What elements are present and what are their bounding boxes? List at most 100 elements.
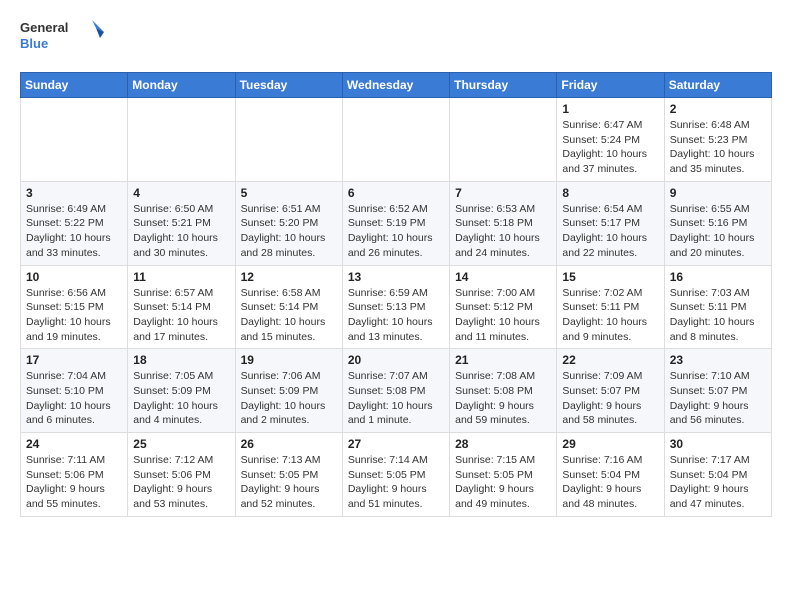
- day-info: Sunrise: 6:54 AMSunset: 5:17 PMDaylight:…: [562, 202, 658, 261]
- weekday-tuesday: Tuesday: [235, 73, 342, 98]
- day-info: Sunrise: 7:15 AMSunset: 5:05 PMDaylight:…: [455, 453, 551, 512]
- day-info: Sunrise: 6:56 AMSunset: 5:15 PMDaylight:…: [26, 286, 122, 345]
- day-cell: 30Sunrise: 7:17 AMSunset: 5:04 PMDayligh…: [664, 433, 771, 517]
- weekday-saturday: Saturday: [664, 73, 771, 98]
- day-cell: 17 Sunrise: 7:04 AMSunset: 5:10 PMDayligh…: [21, 349, 128, 433]
- day-cell: 22 Sunrise: 7:09 AMSunset: 5:07 PMDayligh…: [557, 349, 664, 433]
- logo: General Blue: [20, 16, 110, 60]
- day-cell: 16Sunrise: 7:03 AMSunset: 5:11 PMDayligh…: [664, 265, 771, 349]
- day-info: Sunrise: 6:47 AMSunset: 5:24 PMDaylight:…: [562, 118, 658, 177]
- day-cell: [342, 98, 449, 182]
- day-cell: 26 Sunrise: 7:13 AMSunset: 5:05 PMDayligh…: [235, 433, 342, 517]
- day-info: Sunrise: 7:09 AMSunset: 5:07 PMDaylight:…: [562, 369, 658, 428]
- week-row-2: 3Sunrise: 6:49 AMSunset: 5:22 PMDaylight…: [21, 181, 772, 265]
- day-cell: 10 Sunrise: 6:56 AMSunset: 5:15 PMDayligh…: [21, 265, 128, 349]
- day-number: 1: [562, 102, 658, 116]
- day-info: Sunrise: 7:10 AMSunset: 5:07 PMDaylight:…: [670, 369, 766, 428]
- logo-svg: General Blue: [20, 16, 110, 60]
- day-info: Sunrise: 6:58 AMSunset: 5:14 PMDaylight:…: [241, 286, 337, 345]
- weekday-wednesday: Wednesday: [342, 73, 449, 98]
- day-cell: 14 Sunrise: 7:00 AMSunset: 5:12 PMDayligh…: [450, 265, 557, 349]
- day-info: Sunrise: 6:48 AMSunset: 5:23 PMDaylight:…: [670, 118, 766, 177]
- day-number: 23: [670, 353, 766, 367]
- day-info: Sunrise: 6:55 AMSunset: 5:16 PMDaylight:…: [670, 202, 766, 261]
- day-cell: 11 Sunrise: 6:57 AMSunset: 5:14 PMDayligh…: [128, 265, 235, 349]
- day-cell: 3Sunrise: 6:49 AMSunset: 5:22 PMDaylight…: [21, 181, 128, 265]
- weekday-sunday: Sunday: [21, 73, 128, 98]
- day-info: Sunrise: 6:57 AMSunset: 5:14 PMDaylight:…: [133, 286, 229, 345]
- svg-text:Blue: Blue: [20, 36, 48, 51]
- day-info: Sunrise: 7:13 AMSunset: 5:05 PMDaylight:…: [241, 453, 337, 512]
- day-number: 13: [348, 270, 444, 284]
- day-number: 29: [562, 437, 658, 451]
- day-cell: 8 Sunrise: 6:54 AMSunset: 5:17 PMDaylight…: [557, 181, 664, 265]
- day-number: 14: [455, 270, 551, 284]
- day-number: 22: [562, 353, 658, 367]
- day-cell: 13 Sunrise: 6:59 AMSunset: 5:13 PMDayligh…: [342, 265, 449, 349]
- day-number: 4: [133, 186, 229, 200]
- day-number: 12: [241, 270, 337, 284]
- day-info: Sunrise: 6:51 AMSunset: 5:20 PMDaylight:…: [241, 202, 337, 261]
- day-number: 26: [241, 437, 337, 451]
- day-number: 28: [455, 437, 551, 451]
- day-number: 2: [670, 102, 766, 116]
- day-info: Sunrise: 7:07 AMSunset: 5:08 PMDaylight:…: [348, 369, 444, 428]
- day-cell: 2 Sunrise: 6:48 AMSunset: 5:23 PMDaylight…: [664, 98, 771, 182]
- weekday-thursday: Thursday: [450, 73, 557, 98]
- day-number: 10: [26, 270, 122, 284]
- day-number: 19: [241, 353, 337, 367]
- day-info: Sunrise: 6:53 AMSunset: 5:18 PMDaylight:…: [455, 202, 551, 261]
- day-info: Sunrise: 6:52 AMSunset: 5:19 PMDaylight:…: [348, 202, 444, 261]
- week-row-5: 24Sunrise: 7:11 AMSunset: 5:06 PMDayligh…: [21, 433, 772, 517]
- week-row-4: 17 Sunrise: 7:04 AMSunset: 5:10 PMDayligh…: [21, 349, 772, 433]
- day-cell: [450, 98, 557, 182]
- day-number: 11: [133, 270, 229, 284]
- day-cell: [128, 98, 235, 182]
- day-number: 27: [348, 437, 444, 451]
- day-number: 18: [133, 353, 229, 367]
- day-info: Sunrise: 7:11 AMSunset: 5:06 PMDaylight:…: [26, 453, 122, 512]
- day-cell: 12 Sunrise: 6:58 AMSunset: 5:14 PMDayligh…: [235, 265, 342, 349]
- day-cell: 6 Sunrise: 6:52 AMSunset: 5:19 PMDaylight…: [342, 181, 449, 265]
- day-info: Sunrise: 7:06 AMSunset: 5:09 PMDaylight:…: [241, 369, 337, 428]
- day-number: 9: [670, 186, 766, 200]
- day-cell: 7 Sunrise: 6:53 AMSunset: 5:18 PMDaylight…: [450, 181, 557, 265]
- day-info: Sunrise: 6:59 AMSunset: 5:13 PMDaylight:…: [348, 286, 444, 345]
- day-cell: 18 Sunrise: 7:05 AMSunset: 5:09 PMDayligh…: [128, 349, 235, 433]
- day-cell: 28 Sunrise: 7:15 AMSunset: 5:05 PMDayligh…: [450, 433, 557, 517]
- day-number: 7: [455, 186, 551, 200]
- day-cell: 9 Sunrise: 6:55 AMSunset: 5:16 PMDaylight…: [664, 181, 771, 265]
- day-info: Sunrise: 7:16 AMSunset: 5:04 PMDaylight:…: [562, 453, 658, 512]
- day-info: Sunrise: 6:50 AMSunset: 5:21 PMDaylight:…: [133, 202, 229, 261]
- day-number: 6: [348, 186, 444, 200]
- day-info: Sunrise: 7:02 AMSunset: 5:11 PMDaylight:…: [562, 286, 658, 345]
- day-number: 3: [26, 186, 122, 200]
- day-cell: 27 Sunrise: 7:14 AMSunset: 5:05 PMDayligh…: [342, 433, 449, 517]
- day-cell: 1 Sunrise: 6:47 AMSunset: 5:24 PMDaylight…: [557, 98, 664, 182]
- weekday-header-row: SundayMondayTuesdayWednesdayThursdayFrid…: [21, 73, 772, 98]
- day-number: 8: [562, 186, 658, 200]
- day-info: Sunrise: 7:04 AMSunset: 5:10 PMDaylight:…: [26, 369, 122, 428]
- day-cell: 4 Sunrise: 6:50 AMSunset: 5:21 PMDaylight…: [128, 181, 235, 265]
- day-number: 21: [455, 353, 551, 367]
- week-row-3: 10 Sunrise: 6:56 AMSunset: 5:15 PMDayligh…: [21, 265, 772, 349]
- day-number: 17: [26, 353, 122, 367]
- day-info: Sunrise: 7:12 AMSunset: 5:06 PMDaylight:…: [133, 453, 229, 512]
- day-cell: [235, 98, 342, 182]
- day-cell: [21, 98, 128, 182]
- day-cell: 20Sunrise: 7:07 AMSunset: 5:08 PMDayligh…: [342, 349, 449, 433]
- day-cell: 19 Sunrise: 7:06 AMSunset: 5:09 PMDayligh…: [235, 349, 342, 433]
- day-cell: 29 Sunrise: 7:16 AMSunset: 5:04 PMDayligh…: [557, 433, 664, 517]
- day-number: 16: [670, 270, 766, 284]
- day-number: 25: [133, 437, 229, 451]
- header: General Blue: [20, 16, 772, 60]
- day-cell: 24Sunrise: 7:11 AMSunset: 5:06 PMDayligh…: [21, 433, 128, 517]
- day-info: Sunrise: 7:08 AMSunset: 5:08 PMDaylight:…: [455, 369, 551, 428]
- weekday-monday: Monday: [128, 73, 235, 98]
- day-cell: 23 Sunrise: 7:10 AMSunset: 5:07 PMDayligh…: [664, 349, 771, 433]
- day-info: Sunrise: 7:00 AMSunset: 5:12 PMDaylight:…: [455, 286, 551, 345]
- day-info: Sunrise: 7:05 AMSunset: 5:09 PMDaylight:…: [133, 369, 229, 428]
- day-info: Sunrise: 7:14 AMSunset: 5:05 PMDaylight:…: [348, 453, 444, 512]
- day-number: 5: [241, 186, 337, 200]
- day-info: Sunrise: 7:17 AMSunset: 5:04 PMDaylight:…: [670, 453, 766, 512]
